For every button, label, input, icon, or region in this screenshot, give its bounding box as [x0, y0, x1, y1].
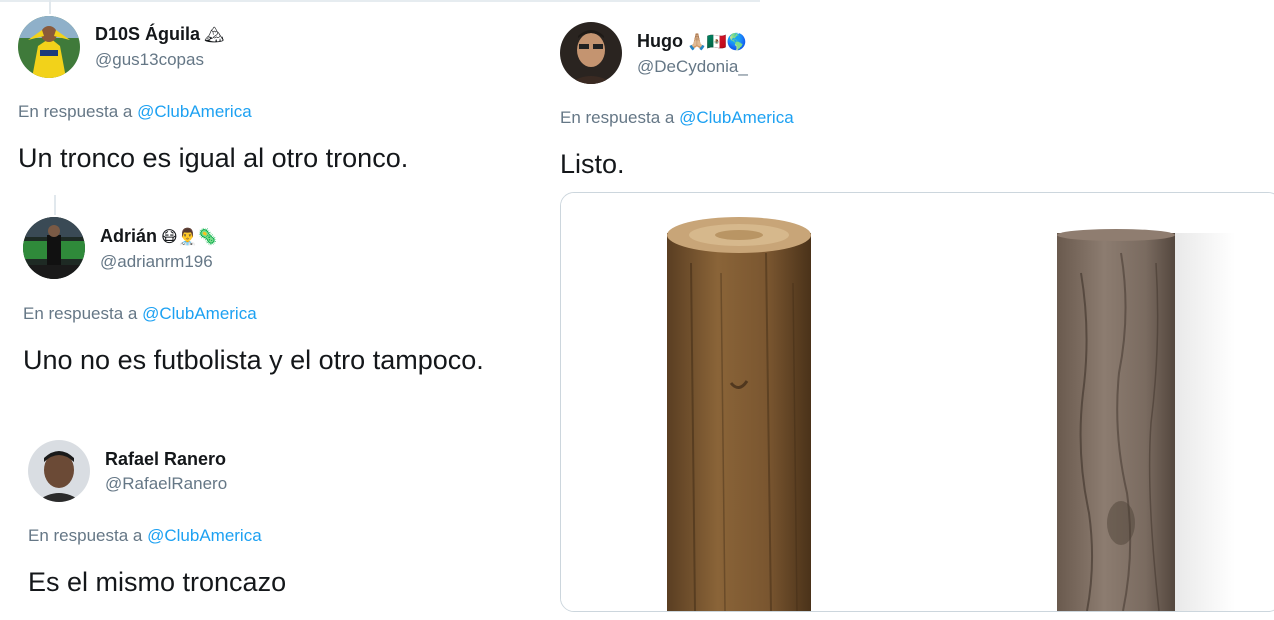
- thread-line: [49, 0, 51, 14]
- tweet-adrianrm196[interactable]: Adrián 😷👨‍⚕️🦠 @adrianrm196 En respuesta a…: [0, 195, 545, 385]
- reply-context: En respuesta a @ClubAmerica: [560, 108, 794, 128]
- tweet-rafaelranero[interactable]: Rafael Ranero @RafaelRanero En respuesta…: [0, 430, 545, 620]
- avatar[interactable]: [23, 217, 85, 279]
- reply-mention-link[interactable]: @ClubAmerica: [142, 304, 257, 323]
- tweet-text: Es el mismo troncazo: [28, 567, 287, 597]
- display-name[interactable]: Adrián 😷👨‍⚕️🦠: [100, 226, 218, 247]
- tweet-decydonia[interactable]: Hugo 🙏🏼🇲🇽🌎 @DeCydonia_ En respuesta a @Cl…: [540, 0, 1274, 190]
- reply-context: En respuesta a @ClubAmerica: [18, 102, 252, 122]
- tweet-text: Un tronco es igual al otro tronco.: [18, 143, 409, 173]
- reply-mention-link[interactable]: @ClubAmerica: [147, 526, 262, 545]
- reply-context: En respuesta a @ClubAmerica: [28, 526, 262, 546]
- display-name-text[interactable]: Hugo: [637, 31, 683, 51]
- display-name-text[interactable]: Rafael Ranero: [105, 449, 226, 469]
- avatar[interactable]: [560, 22, 622, 84]
- user-handle[interactable]: @gus13copas: [95, 50, 204, 70]
- tree-trunk-photo-icon: [1057, 229, 1235, 611]
- reply-prefix: En respuesta a: [560, 108, 675, 127]
- avatar[interactable]: [28, 440, 90, 502]
- display-name[interactable]: Rafael Ranero: [105, 449, 230, 470]
- reply-context: En respuesta a @ClubAmerica: [23, 304, 257, 324]
- name-emoji: 🏔: [204, 27, 225, 44]
- thread-line: [54, 195, 56, 215]
- reply-mention-link[interactable]: @ClubAmerica: [679, 108, 794, 127]
- user-handle[interactable]: @adrianrm196: [100, 252, 213, 272]
- reply-prefix: En respuesta a: [28, 526, 143, 545]
- avatar[interactable]: [18, 16, 80, 78]
- tweet-text: Uno no es futbolista y el otro tampoco.: [23, 345, 484, 375]
- tweet-media-image[interactable]: [560, 192, 1274, 612]
- display-name-text[interactable]: D10S Águila: [95, 24, 200, 44]
- display-name-text[interactable]: Adrián: [100, 226, 157, 246]
- user-handle[interactable]: @RafaelRanero: [105, 474, 227, 494]
- tweet-gus13copas[interactable]: D10S Águila 🏔 @gus13copas En respuesta a …: [0, 0, 540, 190]
- reply-prefix: En respuesta a: [18, 102, 133, 121]
- reply-mention-link[interactable]: @ClubAmerica: [137, 102, 252, 121]
- user-handle[interactable]: @DeCydonia_: [637, 57, 748, 77]
- display-name[interactable]: D10S Águila 🏔: [95, 24, 224, 45]
- name-emoji: 🙏🏼🇲🇽🌎: [686, 34, 747, 51]
- tweet-text: Listo.: [560, 149, 625, 179]
- name-emoji: 😷👨‍⚕️🦠: [161, 229, 218, 246]
- reply-prefix: En respuesta a: [23, 304, 138, 323]
- wooden-log-photo-icon: [667, 217, 811, 611]
- display-name[interactable]: Hugo 🙏🏼🇲🇽🌎: [637, 31, 747, 52]
- logs-photo: [561, 193, 1274, 611]
